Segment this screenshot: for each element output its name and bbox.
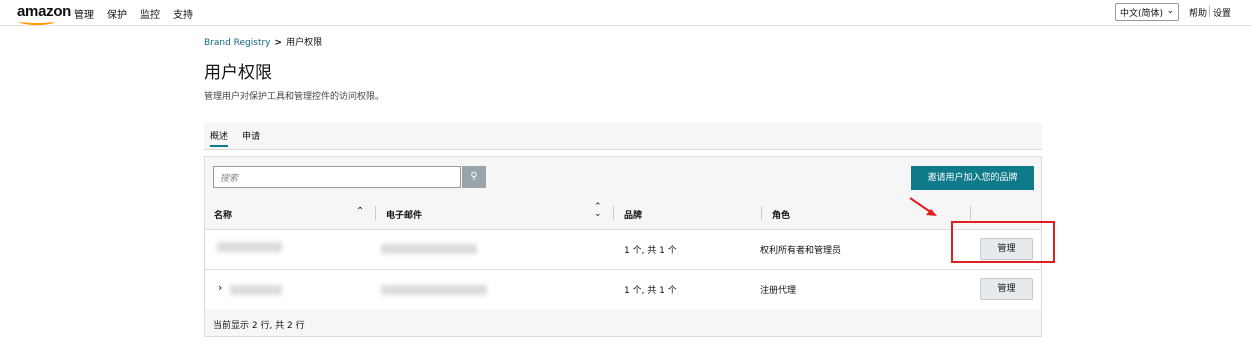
user-role: 权利所有者和管理员 xyxy=(760,246,842,256)
user-role: 注册代理 xyxy=(760,286,797,296)
tab-overview[interactable]: 概述 xyxy=(210,129,229,147)
header-role[interactable]: 角色 xyxy=(772,208,790,221)
logo-smile-icon xyxy=(19,18,55,25)
redacted-name xyxy=(217,242,282,252)
nav-monitor[interactable]: 监控 xyxy=(140,6,160,21)
page-title: 用户权限 xyxy=(204,63,272,83)
settings-link[interactable]: 设置 xyxy=(1213,6,1231,19)
chevron-right-icon[interactable]: › xyxy=(218,281,222,294)
breadcrumb-current: 用户权限 xyxy=(286,38,323,48)
table-row: 1 个, 共 1 个 权利所有者和管理员 管理 xyxy=(205,230,1041,270)
sort-both-icon[interactable]: ⌃ ⌄ xyxy=(594,203,602,219)
brand-count: 1 个, 共 1 个 xyxy=(624,246,677,256)
table-toolbar: 搜索 ⚲ 邀请用户加入您的品牌 xyxy=(205,157,1041,199)
header-name[interactable]: 名称 xyxy=(214,208,232,221)
column-divider xyxy=(375,206,376,220)
annotation-highlight-box xyxy=(951,221,1055,263)
redacted-email xyxy=(381,244,477,254)
language-select[interactable]: 中文(简体) ⌄ xyxy=(1115,3,1179,21)
amazon-logo[interactable]: amazon xyxy=(17,3,71,25)
chevron-down-icon: ⌄ xyxy=(1166,6,1174,16)
column-divider xyxy=(761,206,762,220)
table-row: › 1 个, 共 1 个 注册代理 管理 xyxy=(205,270,1041,310)
page-subtitle: 管理用户对保护工具和管理控件的访问权限。 xyxy=(204,92,385,102)
column-divider xyxy=(970,206,971,220)
search-icon: ⚲ xyxy=(470,171,478,182)
nav-protect[interactable]: 保护 xyxy=(107,6,127,21)
breadcrumb-root[interactable]: Brand Registry xyxy=(204,38,271,48)
brand-count: 1 个, 共 1 个 xyxy=(624,286,677,296)
manage-button[interactable]: 管理 xyxy=(980,278,1033,300)
language-value: 中文(简体) xyxy=(1120,9,1164,19)
table-footer: 当前显示 2 行, 共 2 行 xyxy=(205,309,1041,336)
annotation-arrow-icon xyxy=(909,197,937,216)
nav-support[interactable]: 支持 xyxy=(173,6,193,21)
header-brand[interactable]: 品牌 xyxy=(624,208,642,221)
breadcrumb-separator: > xyxy=(274,38,283,48)
top-bar: amazon 管理 保护 监控 支持 中文(简体) ⌄ 帮助 设置 xyxy=(0,0,1252,26)
tab-applications[interactable]: 申请 xyxy=(242,129,260,142)
header-email[interactable]: 电子邮件 xyxy=(386,208,422,221)
search-input[interactable]: 搜索 xyxy=(213,166,461,188)
search-button[interactable]: ⚲ xyxy=(462,166,486,188)
nav-manage[interactable]: 管理 xyxy=(74,6,94,21)
tab-bar: 概述 申请 xyxy=(204,123,1042,150)
column-divider xyxy=(613,206,614,220)
row-count-text: 当前显示 2 行, 共 2 行 xyxy=(213,321,305,331)
invite-user-button[interactable]: 邀请用户加入您的品牌 xyxy=(911,166,1034,190)
divider xyxy=(1209,6,1210,17)
redacted-name xyxy=(230,285,282,295)
sort-up-icon[interactable]: ⌃ xyxy=(356,206,364,217)
breadcrumb: Brand Registry > 用户权限 xyxy=(204,35,322,48)
users-panel: 搜索 ⚲ 邀请用户加入您的品牌 名称 ⌃ 电子邮件 ⌃ ⌄ 品牌 角色 1 个, … xyxy=(204,156,1042,337)
help-link[interactable]: 帮助 xyxy=(1189,6,1207,19)
redacted-email xyxy=(381,285,487,295)
